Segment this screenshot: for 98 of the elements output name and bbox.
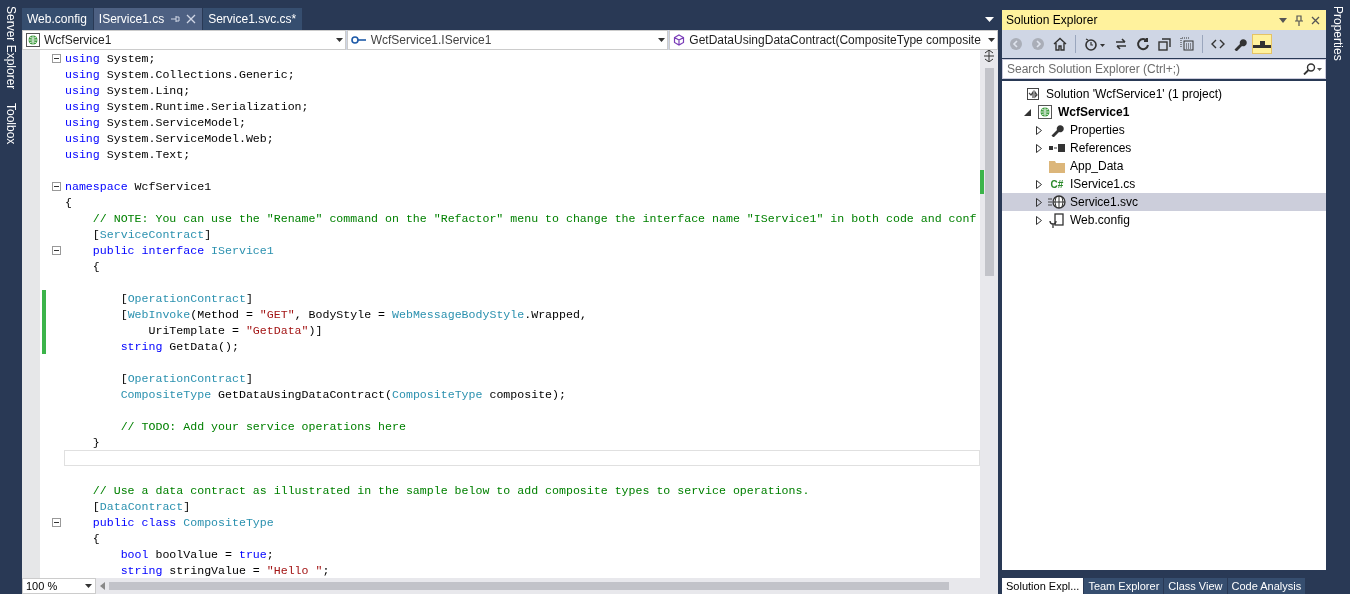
search-icon[interactable] (1302, 63, 1322, 75)
code-line: // NOTE: You can use the "Rename" command on the "Refactor" menu to change the interface name "IService1" in both code and conf (91, 211, 978, 226)
references-icon (1049, 143, 1065, 153)
caret-icon (85, 584, 92, 588)
code-line: using System; (64, 51, 157, 66)
wrench-icon (1233, 37, 1247, 51)
csharp-file-icon: C# (1050, 178, 1064, 190)
code-line: // Use a data contract as illustrated in the sample below to add composite types to service operations. (91, 483, 811, 498)
side-panel-tab[interactable]: Toolbox (4, 97, 18, 153)
panel-tab[interactable]: Solution Expl... (1002, 578, 1084, 594)
globe-icon (26, 33, 40, 47)
side-panel-tab[interactable]: Server Explorer (4, 0, 18, 98)
code-line: CompositeType GetDataUsingDataContract(CompositeType composite); (119, 387, 567, 402)
tree-item[interactable]: C# IService1.cs (1002, 175, 1326, 193)
dropdown-icon[interactable] (985, 16, 994, 22)
collapse-icon[interactable] (51, 181, 61, 191)
caret-icon (335, 38, 343, 42)
code-line: using System.Collections.Generic; (64, 67, 296, 82)
code-line: { (64, 195, 73, 210)
tree-item[interactable]: Properties (1002, 121, 1326, 139)
show-all-files-button[interactable] (1177, 34, 1197, 54)
view-code-icon (1211, 37, 1225, 51)
panel-tab[interactable]: Code Analysis (1227, 578, 1306, 594)
code-line: using System.Linq; (64, 83, 192, 98)
document-tab[interactable]: Service1.svc.cs* (203, 8, 303, 30)
expand-arrow-icon[interactable] (1036, 143, 1042, 153)
code-line: [DataContract] (91, 499, 192, 514)
code-line: { (91, 259, 101, 274)
navigation-dropdown[interactable]: WcfService1.IService1 (346, 30, 669, 50)
tree-item[interactable]: WcfService1 (1002, 103, 1326, 121)
web-service-icon (1048, 195, 1066, 209)
tree-item[interactable]: References (1002, 139, 1326, 157)
config-file-icon (1049, 212, 1065, 228)
code-line: namespace WcfService1 (64, 179, 213, 194)
code-line: } (91, 435, 101, 450)
refresh-icon (1136, 37, 1150, 51)
code-line: string GetData(); (119, 339, 240, 354)
collapse-icon[interactable] (51, 245, 61, 255)
tree-item[interactable]: Service1.svc (1002, 193, 1326, 211)
code-line: using System.ServiceModel.Web; (64, 131, 275, 146)
scrollbar-thumb[interactable] (984, 68, 994, 276)
code-line: using System.ServiceModel; (64, 115, 247, 130)
expanded-arrow-icon[interactable] (1023, 108, 1031, 116)
side-panel-tab[interactable]: Properties (1331, 0, 1345, 69)
clock-icon (1084, 37, 1106, 51)
tree-item[interactable]: Web.config (1002, 211, 1326, 229)
code-line: public interface IService1 (91, 243, 275, 258)
code-line: public class CompositeType (91, 515, 275, 530)
preview-button[interactable] (1252, 34, 1272, 54)
collapse-icon[interactable] (51, 53, 61, 63)
cube-icon (673, 34, 686, 46)
panel-tab[interactable]: Team Explorer (1084, 578, 1164, 594)
zoom-dropdown[interactable]: 100 % (22, 578, 96, 594)
code-line: string stringValue = "Hello "; (119, 563, 331, 578)
caret-icon (988, 38, 995, 42)
collapse-all-icon (1158, 37, 1172, 51)
tree-item[interactable]: App_Data (1002, 157, 1326, 175)
expand-arrow-icon[interactable] (1036, 179, 1042, 189)
expand-arrow-icon[interactable] (1036, 215, 1042, 225)
connector-icon (350, 35, 367, 45)
code-line: using System.Text; (64, 147, 192, 162)
code-line: // TODO: Add your service operations here (119, 419, 407, 434)
navigation-dropdown[interactable]: WcfService1 (22, 30, 346, 50)
home-icon (1053, 37, 1067, 51)
code-line: [ServiceContract] (91, 227, 213, 242)
show-all-files-icon (1180, 37, 1194, 51)
split-icon[interactable] (984, 50, 994, 62)
change-marker (980, 170, 984, 194)
folder-icon (1049, 159, 1065, 173)
forward-icon (1031, 37, 1045, 51)
back-icon (1009, 37, 1023, 51)
code-line: using System.Runtime.Serialization; (64, 99, 310, 114)
expand-arrow-icon[interactable] (1036, 125, 1042, 135)
caret-icon (658, 38, 666, 42)
panel-tab[interactable]: Class View (1164, 578, 1227, 594)
globe-icon (1038, 105, 1052, 119)
tree-item[interactable]: Solution 'WcfService1' (1 project) (1002, 85, 1326, 103)
close-icon[interactable] (1311, 15, 1320, 25)
document-tab[interactable]: Web.config (22, 8, 93, 30)
panel-title: Solution Explorer (1006, 13, 1099, 27)
code-line: [OperationContract] (119, 371, 254, 386)
dropdown-icon[interactable] (1279, 17, 1287, 23)
code-line: [WebInvoke(Method = "GET", BodyStyle = WebMessageBodyStyle.Wrapped, (119, 307, 588, 322)
code-line: bool boolValue = true; (119, 547, 275, 562)
search-field[interactable]: Search Solution Explorer (Ctrl+;) (1002, 59, 1326, 79)
pin-icon[interactable] (1295, 14, 1303, 26)
collapse-icon[interactable] (51, 517, 61, 527)
solution-icon (1026, 87, 1040, 101)
scroll-left-icon[interactable] (100, 582, 105, 590)
navigation-dropdown[interactable]: GetDataUsingDataContract(CompositeType composite (669, 30, 998, 50)
code-line: [OperationContract] (119, 291, 254, 306)
code-line: UriTemplate = "GetData")] (147, 323, 324, 338)
preview-icon (1253, 40, 1271, 48)
sync-icon (1114, 37, 1128, 51)
wrench-icon (1050, 123, 1064, 137)
code-line: { (91, 531, 101, 546)
vertical-scrollbar[interactable] (980, 50, 998, 578)
expand-arrow-icon[interactable] (1036, 197, 1042, 207)
